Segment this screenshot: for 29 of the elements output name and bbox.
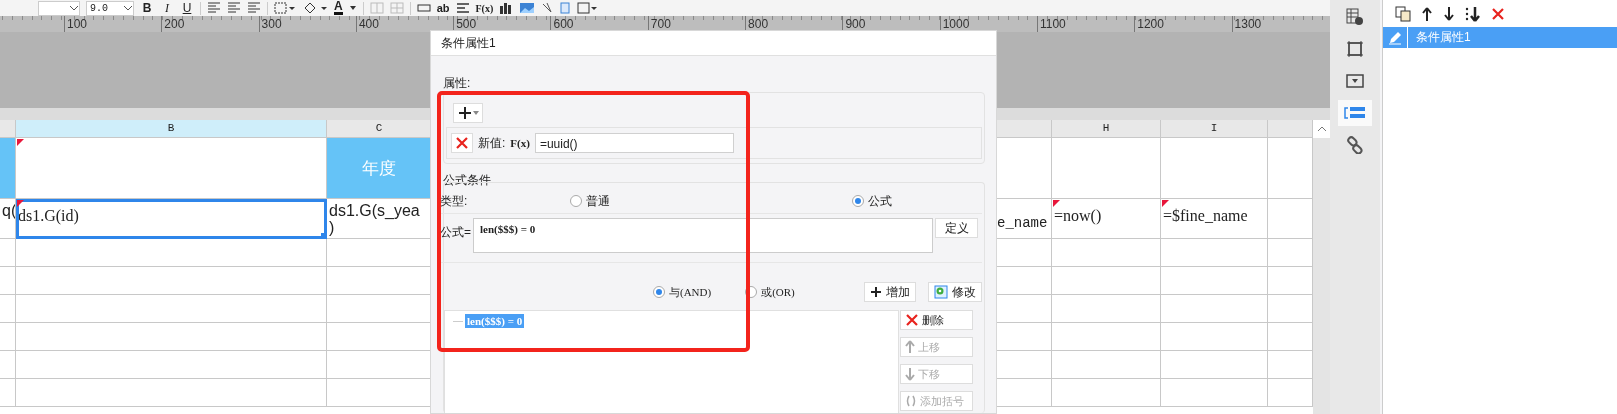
define-button[interactable]: 定义 bbox=[935, 218, 978, 238]
modify-button[interactable]: 修改 bbox=[928, 282, 982, 302]
formula-field[interactable]: len($$$) = 0 bbox=[473, 218, 933, 253]
column-header[interactable]: C bbox=[327, 120, 432, 138]
italic-button[interactable]: I bbox=[160, 1, 174, 15]
field-label: 类型: bbox=[440, 192, 469, 210]
field-label: 公式= bbox=[440, 224, 471, 241]
delete-button[interactable]: 删除 bbox=[900, 310, 973, 330]
bold-button[interactable]: B bbox=[140, 1, 154, 15]
radio-option[interactable]: 或(OR) bbox=[745, 284, 795, 300]
section-label: 属性: bbox=[443, 76, 472, 90]
radio-option[interactable]: 普通 bbox=[570, 192, 610, 210]
column-header[interactable]: B bbox=[16, 120, 327, 138]
table-cell[interactable]: =now() bbox=[1052, 199, 1161, 239]
formula-button[interactable]: F(x) bbox=[510, 137, 530, 149]
table-cell[interactable]: ds1.G(id) bbox=[16, 199, 327, 239]
font-size-field[interactable]: 9.0 bbox=[86, 0, 134, 16]
table-cell[interactable]: =$fine_name bbox=[1161, 199, 1268, 239]
text-button[interactable]: ab bbox=[436, 2, 450, 14]
dialog-title: 条件属性1 bbox=[431, 31, 996, 56]
value-field[interactable]: =uuid() bbox=[534, 133, 734, 153]
column-header[interactable]: I bbox=[1161, 120, 1268, 138]
underline-button[interactable]: U bbox=[180, 1, 194, 15]
add-condition-button[interactable]: 增加 bbox=[864, 282, 916, 302]
field-label: 新值: bbox=[478, 134, 506, 152]
formula-button[interactable]: F(x) bbox=[475, 2, 494, 14]
column-header[interactable]: H bbox=[1052, 120, 1161, 138]
radio-option[interactable]: 公式 bbox=[852, 192, 892, 210]
radio-option[interactable]: 与(AND) bbox=[653, 284, 712, 300]
